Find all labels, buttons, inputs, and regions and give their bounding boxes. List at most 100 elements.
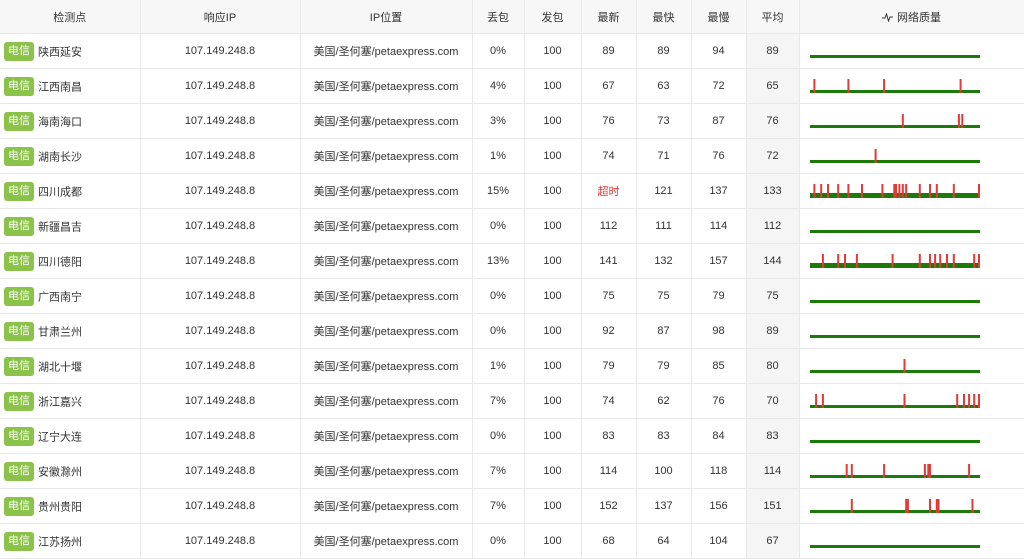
quality-cell	[799, 488, 1024, 524]
fastest-cell: 111	[636, 208, 692, 244]
quality-baseline	[809, 440, 980, 443]
sent-cell: 100	[524, 383, 582, 419]
slowest-cell: 79	[691, 278, 747, 314]
sent-cell: 100	[524, 453, 582, 489]
table-row: 电信 湖南长沙 107.149.248.8 美国/圣何塞/petaexpress.co…	[0, 138, 1024, 174]
average-cell: 133	[746, 173, 800, 209]
packet-loss-spike	[836, 254, 839, 268]
col-header-latest: 最新	[581, 0, 637, 34]
average-cell: 80	[746, 348, 800, 384]
quality-baseline	[809, 230, 980, 233]
col-header-node: 检测点	[0, 0, 141, 34]
ip-cell: 107.149.248.8	[140, 278, 301, 314]
packet-loss-spike	[901, 114, 904, 128]
packet-loss-spike	[904, 184, 907, 198]
isp-badge: 电信	[4, 76, 34, 96]
node-cell: 电信 四川德阳	[0, 243, 141, 279]
table-row: 电信 安徽滁州 107.149.248.8 美国/圣何塞/petaexpress.co…	[0, 453, 1024, 489]
packet-loss-spike	[821, 394, 824, 408]
latest-cell: 114	[581, 453, 637, 489]
ip-cell: 107.149.248.8	[140, 208, 301, 244]
location-cell: 美国/圣何塞/petaexpress.com	[300, 68, 473, 104]
quality-cell	[799, 348, 1024, 384]
packet-loss-spike	[882, 79, 885, 93]
quality-sparkline	[809, 55, 980, 58]
slowest-cell: 76	[691, 383, 747, 419]
fastest-cell: 71	[636, 138, 692, 174]
location-cell: 美国/圣何塞/petaexpress.com	[300, 33, 473, 69]
sent-cell: 100	[524, 243, 582, 279]
col-header-average: 平均	[746, 0, 800, 34]
ip-cell: 107.149.248.8	[140, 243, 301, 279]
average-cell: 70	[746, 383, 800, 419]
latest-cell: 79	[581, 348, 637, 384]
quality-baseline	[809, 300, 980, 303]
node-cell: 电信 海南海口	[0, 103, 141, 139]
ip-cell: 107.149.248.8	[140, 103, 301, 139]
packet-loss-spike	[928, 499, 931, 513]
average-cell: 144	[746, 243, 800, 279]
sent-cell: 100	[524, 418, 582, 454]
isp-badge: 电信	[4, 111, 34, 131]
packet-loss-spike	[937, 499, 939, 513]
fastest-cell: 75	[636, 278, 692, 314]
packet-loss-spike	[972, 254, 975, 268]
isp-badge: 电信	[4, 461, 34, 481]
sent-cell: 100	[524, 68, 582, 104]
packet-loss-spike	[938, 254, 941, 268]
node-city: 辽宁大连	[38, 431, 82, 443]
isp-badge: 电信	[4, 496, 34, 516]
packet-loss-spike	[836, 184, 839, 198]
node-city: 湖北十堰	[38, 361, 82, 373]
quality-cell	[799, 418, 1024, 454]
packet-loss-spike	[901, 184, 904, 198]
isp-badge: 电信	[4, 41, 34, 61]
quality-sparkline	[809, 335, 980, 338]
node-city: 安徽滁州	[38, 466, 82, 478]
average-cell: 67	[746, 523, 800, 559]
average-cell: 83	[746, 418, 800, 454]
quality-cell	[799, 208, 1024, 244]
packet-loss-spike	[814, 394, 817, 408]
packet-loss-spike	[972, 394, 975, 408]
node-cell: 电信 甘肃兰州	[0, 313, 141, 349]
quality-baseline	[809, 160, 980, 163]
node-city: 陕西延安	[38, 46, 82, 58]
table-row: 电信 江苏扬州 107.149.248.8 美国/圣何塞/petaexpress.co…	[0, 523, 1024, 559]
packet-loss-spike	[971, 499, 973, 513]
ip-cell: 107.149.248.8	[140, 453, 301, 489]
latest-cell: 152	[581, 488, 637, 524]
quality-baseline	[809, 475, 980, 478]
node-cell: 电信 湖北十堰	[0, 348, 141, 384]
quality-cell	[799, 103, 1024, 139]
slowest-cell: 137	[691, 173, 747, 209]
table-row: 电信 湖北十堰 107.149.248.8 美国/圣何塞/petaexpress.co…	[0, 348, 1024, 384]
loss-cell: 1%	[472, 138, 525, 174]
packet-loss-spike	[850, 464, 853, 478]
packet-loss-spike	[819, 184, 822, 198]
node-city: 江苏扬州	[38, 536, 82, 548]
packet-loss-spike	[903, 394, 905, 408]
slowest-cell: 94	[691, 33, 747, 69]
isp-badge: 电信	[4, 286, 34, 306]
ip-cell: 107.149.248.8	[140, 173, 301, 209]
packet-loss-spike	[897, 184, 900, 198]
location-cell: 美国/圣何塞/petaexpress.com	[300, 383, 473, 419]
node-cell: 电信 四川成都	[0, 173, 141, 209]
node-cell: 电信 江苏扬州	[0, 523, 141, 559]
slowest-cell: 84	[691, 418, 747, 454]
quality-baseline	[809, 370, 980, 373]
quality-cell	[799, 68, 1024, 104]
table-header-row: 检测点 响应IP IP位置 丢包 发包 最新 最快 最慢 平均 网络质量	[0, 0, 1024, 34]
ip-cell: 107.149.248.8	[140, 138, 301, 174]
node-cell: 电信 新疆昌吉	[0, 208, 141, 244]
quality-sparkline	[809, 254, 980, 268]
location-cell: 美国/圣何塞/petaexpress.com	[300, 138, 473, 174]
node-cell: 电信 浙江嘉兴	[0, 383, 141, 419]
loss-cell: 7%	[472, 453, 525, 489]
node-city: 浙江嘉兴	[38, 396, 82, 408]
node-cell: 电信 湖南长沙	[0, 138, 141, 174]
col-header-location: IP位置	[300, 0, 473, 34]
quality-sparkline	[809, 464, 980, 478]
location-cell: 美国/圣何塞/petaexpress.com	[300, 173, 473, 209]
